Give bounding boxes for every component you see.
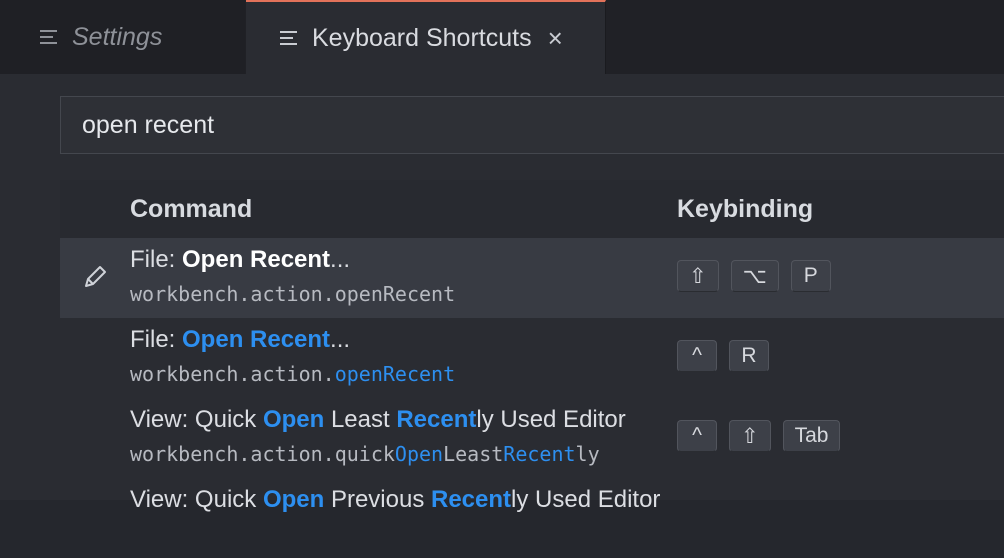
command-title: File: Open Recent... [130, 246, 351, 273]
command-title: View: Quick Open Least Recently Used Edi… [130, 406, 626, 433]
shift-key: ⇧ [677, 260, 719, 292]
lines-icon [40, 30, 57, 44]
command-title: View: Quick Open Previous Recently Used … [130, 486, 661, 513]
command-id: workbench.action.openRecent [130, 362, 456, 386]
command-id: workbench.action.openRecent [130, 282, 456, 306]
search-input[interactable]: open recent [60, 96, 1004, 154]
table-row[interactable]: File: Open Recent... workbench.action.op… [60, 318, 1004, 398]
table-header: Command Keybinding [60, 180, 1004, 238]
control-key: ^ [677, 420, 717, 452]
key-r: R [729, 340, 769, 372]
command-id: workbench.action.quickOpenLeastRecently [130, 442, 600, 466]
keybinding: ^ R [677, 340, 769, 372]
shift-key: ⇧ [729, 420, 771, 452]
command-title: File: Open Recent... [130, 326, 351, 353]
tab-key: Tab [782, 420, 841, 452]
keybinding: ⇧ ⌥ P [677, 260, 831, 292]
tab-settings-label: Settings [72, 22, 163, 51]
key-p: P [790, 260, 831, 292]
table-row[interactable]: View: Quick Open Previous Recently Used … [60, 478, 1004, 558]
lines-icon [280, 31, 297, 45]
column-header-keybinding: Keybinding [677, 195, 814, 223]
column-header-command: Command [130, 195, 253, 223]
tab-settings[interactable]: Settings [0, 0, 245, 74]
control-key: ^ [677, 340, 717, 372]
pencil-icon[interactable] [80, 262, 110, 292]
tab-keyboard-shortcuts[interactable]: Keyboard Shortcuts × [246, 0, 606, 74]
table-row[interactable]: View: Quick Open Least Recently Used Edi… [60, 398, 1004, 478]
tab-bar: Settings Keyboard Shortcuts × [0, 0, 1004, 74]
option-key: ⌥ [730, 260, 779, 292]
keybinding: ^ ⇧ Tab [677, 420, 841, 452]
table-row[interactable]: File: Open Recent... workbench.action.op… [60, 238, 1004, 318]
close-icon[interactable]: × [548, 25, 563, 51]
tab-keyboard-shortcuts-label: Keyboard Shortcuts [312, 23, 532, 52]
